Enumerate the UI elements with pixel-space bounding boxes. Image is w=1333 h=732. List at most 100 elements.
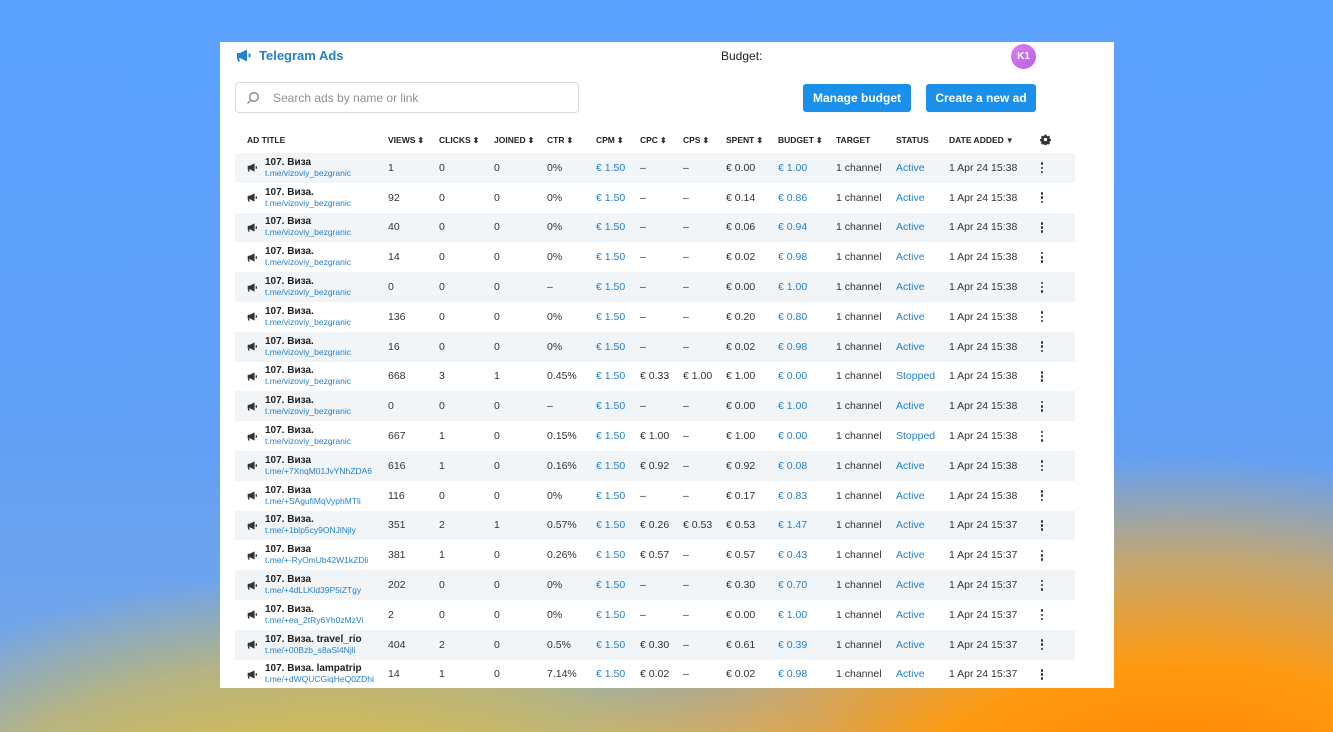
avatar[interactable]: K1 [1011,44,1036,69]
column-header-views[interactable]: VIEWS ⬍ [388,127,439,153]
ad-link[interactable]: t.me/vizoviy_bezgranic [265,287,351,298]
budget-cell[interactable]: € 0.98 [778,660,836,688]
status-cell[interactable]: Active [896,481,949,511]
cpm-cell[interactable]: € 1.50 [596,600,640,630]
row-menu-cell[interactable] [1040,600,1075,630]
column-header-cps[interactable]: CPS ⬍ [683,127,726,153]
row-menu-cell[interactable] [1040,153,1075,183]
status-cell[interactable]: Active [896,302,949,332]
budget-cell[interactable]: € 0.98 [778,331,836,362]
status-cell[interactable]: Active [896,272,949,302]
table-row[interactable]: 107. Виза. t.me/+1blp5cy9ONJlNjly 351 2 1 0.5… [235,510,1075,541]
ad-title[interactable]: 107. Виза [265,455,372,466]
status-cell[interactable]: Active [896,183,949,213]
row-menu-cell[interactable] [1040,421,1075,451]
budget-cell[interactable]: € 0.83 [778,481,836,511]
budget-cell[interactable]: € 0.00 [778,362,836,392]
cpm-cell[interactable]: € 1.50 [596,660,640,688]
ad-link[interactable]: t.me/+-RyOmUb42W1kZDli [265,555,368,566]
table-row[interactable]: 107. Виза. t.me/vizoviy_bezgranic 14 0 0 0% € … [235,242,1075,272]
budget-cell[interactable]: € 0.00 [778,421,836,451]
row-menu-cell[interactable] [1040,331,1075,362]
status-cell[interactable]: Stopped [896,421,949,451]
ad-title[interactable]: 107. Виза. [265,336,351,347]
status-cell[interactable]: Active [896,212,949,243]
cpm-cell[interactable]: € 1.50 [596,153,640,183]
table-row[interactable]: 107. Виза. t.me/vizoviy_bezgranic 667 1 0 0.1… [235,421,1075,451]
ad-link[interactable]: t.me/+ea_2tRy6Yh0zMzVi [265,615,363,626]
ad-title[interactable]: 107. Виза. [265,365,351,376]
ad-title-cell[interactable]: 107. Виза. t.me/vizoviy_bezgranic [235,242,388,272]
row-menu-cell[interactable] [1040,242,1075,272]
cpm-cell[interactable]: € 1.50 [596,540,640,570]
ad-title[interactable]: 107. Виза. [265,187,351,198]
ad-title[interactable]: 107. Виза. [265,604,363,615]
cpm-cell[interactable]: € 1.50 [596,391,640,422]
more-vertical-icon[interactable] [1040,251,1044,263]
table-row[interactable]: 107. Виза t.me/vizoviy_bezgranic 40 0 0 0% € 1… [235,212,1075,243]
ad-title[interactable]: 107. Виза [265,216,351,227]
budget-cell[interactable]: € 0.43 [778,540,836,570]
column-header-ad-title[interactable]: AD TITLE [235,127,388,153]
budget-cell[interactable]: € 0.86 [778,183,836,213]
status-cell[interactable]: Active [896,153,949,183]
budget-cell[interactable]: € 1.47 [778,510,836,541]
ad-link[interactable]: t.me/vizoviy_bezgranic [265,168,351,179]
search-input[interactable] [271,89,565,106]
ad-title-cell[interactable]: 107. Виза. t.me/+1blp5cy9ONJlNjly [235,510,388,541]
ad-link[interactable]: t.me/+SAgufiMqVyphMTli [265,496,361,507]
ad-title-cell[interactable]: 107. Виза. t.me/vizoviy_bezgranic [235,362,388,392]
status-cell[interactable]: Active [896,242,949,272]
ad-link[interactable]: t.me/vizoviy_bezgranic [265,227,351,238]
table-row[interactable]: 107. Виза. t.me/vizoviy_bezgranic 92 0 0 0% € … [235,183,1075,213]
ad-title[interactable]: 107. Виза. [265,514,356,525]
row-menu-cell[interactable] [1040,660,1075,688]
ad-title[interactable]: 107. Виза. [265,425,351,436]
row-menu-cell[interactable] [1040,212,1075,243]
status-cell[interactable]: Active [896,600,949,630]
more-vertical-icon[interactable] [1040,281,1044,293]
ad-link[interactable]: t.me/+00Bzb_s8aSl4Njli [265,645,362,656]
budget-cell[interactable]: € 1.00 [778,600,836,630]
status-cell[interactable]: Active [896,450,949,481]
ad-link[interactable]: t.me/vizoviy_bezgranic [265,347,351,358]
row-menu-cell[interactable] [1040,481,1075,511]
column-header-ctr[interactable]: CTR ⬍ [547,127,596,153]
status-cell[interactable]: Stopped [896,362,949,392]
row-menu-cell[interactable] [1040,272,1075,302]
ad-title[interactable]: 107. Виза. [265,306,351,317]
table-row[interactable]: 107. Виза. t.me/vizoviy_bezgranic 0 0 0– € 1.… [235,272,1075,302]
more-vertical-icon[interactable] [1040,430,1044,442]
row-menu-cell[interactable] [1040,183,1075,213]
cpm-cell[interactable]: € 1.50 [596,212,640,243]
table-row[interactable]: 107. Виза. travel_rio t.me/+00Bzb_s8aSl4N… [235,629,1075,660]
budget-cell[interactable]: € 0.39 [778,629,836,660]
ad-title[interactable]: 107. Виза [265,157,351,168]
manage-budget-button[interactable]: Manage budget [803,84,911,112]
table-row[interactable]: 107. Виза. t.me/+ea_2tRy6Yh0zMzVi 2 0 0 0% € 1… [235,600,1075,630]
status-cell[interactable]: Active [896,510,949,541]
ad-link[interactable]: t.me/vizoviy_bezgranic [265,317,351,328]
ad-link[interactable]: t.me/vizoviy_bezgranic [265,406,351,417]
budget-cell[interactable]: € 0.98 [778,242,836,272]
table-row[interactable]: 107. Виза. t.me/vizoviy_bezgranic 668 3 1 0.4… [235,362,1075,392]
more-vertical-icon[interactable] [1040,162,1044,174]
column-header-cpc[interactable]: CPC ⬍ [640,127,683,153]
ad-title-cell[interactable]: 107. Виза. t.me/vizoviy_bezgranic [235,302,388,332]
cpm-cell[interactable]: € 1.50 [596,331,640,362]
app-logo[interactable]: Telegram Ads [236,48,344,63]
ad-title[interactable]: 107. Виза [265,544,368,555]
ad-title[interactable]: 107. Виза [265,485,361,496]
ad-link[interactable]: t.me/vizoviy_bezgranic [265,257,351,268]
row-menu-cell[interactable] [1040,450,1075,481]
cpm-cell[interactable]: € 1.50 [596,421,640,451]
budget-cell[interactable]: € 1.00 [778,391,836,422]
ad-title-cell[interactable]: 107. Виза t.me/vizoviy_bezgranic [235,212,388,243]
cpm-cell[interactable]: € 1.50 [596,629,640,660]
gear-icon[interactable] [1040,134,1051,146]
budget-cell[interactable]: € 0.70 [778,570,836,600]
cpm-cell[interactable]: € 1.50 [596,510,640,541]
create-ad-button[interactable]: Create a new ad [926,84,1036,112]
column-header-budget[interactable]: BUDGET ⬍ [778,127,836,153]
ad-title[interactable]: 107. Виза. [265,395,351,406]
